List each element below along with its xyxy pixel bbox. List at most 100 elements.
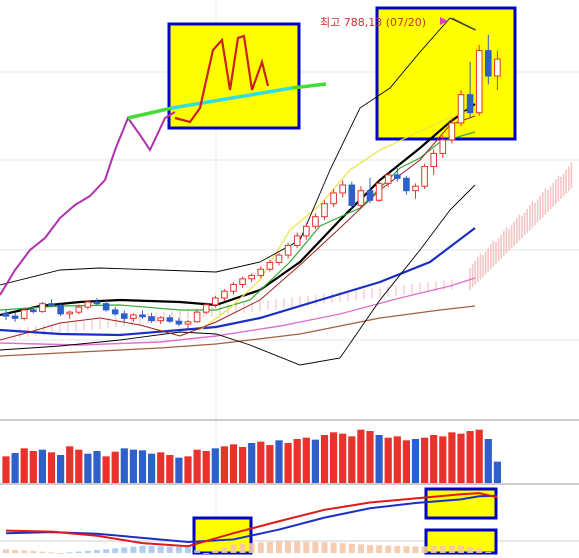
volume-bar (275, 440, 283, 483)
volume-bar (211, 448, 219, 483)
candle-up (20, 309, 28, 319)
macd-histogram-bar (221, 547, 228, 553)
candle-up (257, 268, 265, 276)
macd-histogram-bar (21, 550, 28, 553)
volume-bar (138, 450, 147, 483)
volume-bar (57, 455, 65, 483)
macd-histogram-bar (312, 541, 319, 553)
volume-bar (320, 435, 329, 483)
candle-up (375, 182, 383, 201)
candle-up (384, 174, 392, 184)
candle-up (184, 321, 192, 325)
volume-bar (111, 451, 119, 483)
candle-up (221, 290, 228, 299)
high-price-label: 최고 788,13 (07/20) (320, 16, 426, 29)
macd-histogram-bar (112, 548, 119, 553)
macd-histogram-bar (485, 551, 492, 553)
candle-up (239, 278, 246, 285)
candle-down (57, 304, 64, 315)
macd-histogram-bar (276, 541, 282, 553)
volume-bar (284, 443, 292, 483)
highlight-box-pattern (167, 22, 301, 130)
macd-histogram-bar (448, 545, 455, 553)
volume-bar (448, 432, 456, 483)
macd-histogram-bar (348, 543, 355, 553)
macd-histogram-bar (476, 548, 483, 553)
volume-bar (439, 436, 447, 483)
volume-bar (466, 431, 474, 483)
macd-histogram-bar (339, 543, 346, 553)
macd-histogram-bar (30, 551, 37, 553)
macd-histogram-bar (212, 550, 219, 553)
macd-histogram-bar (166, 546, 173, 553)
chart-canvas: 최고 788,13 (07/20) (0, 0, 579, 558)
volume-bar (38, 449, 46, 483)
macd-histogram-bar (175, 546, 182, 553)
candle-up (448, 122, 456, 141)
candle-down (139, 314, 146, 318)
macd-histogram-bar (130, 546, 137, 553)
volume-bar (75, 449, 83, 483)
volume-bar (175, 457, 183, 483)
volume-bar (202, 451, 210, 483)
candle-up (339, 184, 346, 194)
volume-bar (184, 456, 192, 483)
macd-histogram-bar (148, 546, 155, 553)
volume-bar (393, 436, 401, 483)
volume-bar (93, 451, 101, 483)
macd-histogram-bar (57, 553, 64, 554)
volume-bar (29, 451, 37, 483)
candle-up (275, 254, 283, 263)
volume-bar (357, 429, 365, 483)
candle-up (494, 58, 501, 77)
candle-up (357, 190, 365, 206)
macd-histogram-bar (139, 545, 146, 553)
candle-up (230, 283, 237, 292)
macd-histogram-bar (385, 545, 392, 553)
candle-up (412, 185, 419, 192)
candle-up (66, 311, 74, 315)
candle-down (166, 317, 174, 322)
macd-histogram-bar (266, 541, 273, 553)
candle-up (193, 311, 201, 323)
volume-bar (20, 448, 28, 483)
volume-bar (2, 456, 10, 483)
macd-histogram-bar (103, 549, 110, 553)
macd-histogram-bar (194, 550, 201, 553)
macd-histogram-bar (467, 547, 474, 553)
macd-histogram-bar (66, 552, 73, 554)
macd-histogram-bar (303, 541, 310, 553)
candle-down (366, 190, 374, 201)
volume-bar (229, 444, 238, 483)
volume-bar (493, 461, 501, 483)
macd-histogram-bar (294, 541, 301, 553)
macd-histogram-bar (421, 546, 428, 553)
volume-bar (102, 456, 110, 483)
candle-down (466, 94, 474, 114)
volume-bar (193, 449, 201, 483)
candle-up (439, 139, 447, 154)
candle-up (39, 303, 46, 313)
volume-bar (47, 452, 56, 483)
candle-down (175, 320, 183, 325)
stock-chart: 최고 788,13 (07/20) (0, 0, 579, 558)
candle-up (84, 301, 92, 308)
candle-down (30, 309, 37, 313)
volume-bar (266, 445, 274, 483)
macd-histogram-bar (94, 550, 100, 553)
volume-bar (484, 439, 492, 483)
candle-up (293, 235, 301, 246)
candle-down (102, 303, 110, 311)
volume-bar (220, 446, 228, 483)
volume-bar (421, 437, 429, 483)
volume-bar (411, 439, 420, 483)
macd-histogram-bar (84, 550, 91, 553)
candle-up (421, 165, 428, 187)
volume-bar (384, 437, 392, 483)
macd-histogram-bar (321, 542, 328, 553)
candle-down (485, 50, 492, 77)
candle-up (321, 203, 328, 218)
candle-down (11, 315, 19, 319)
candle-up (212, 297, 219, 306)
volume-bar (293, 439, 301, 483)
